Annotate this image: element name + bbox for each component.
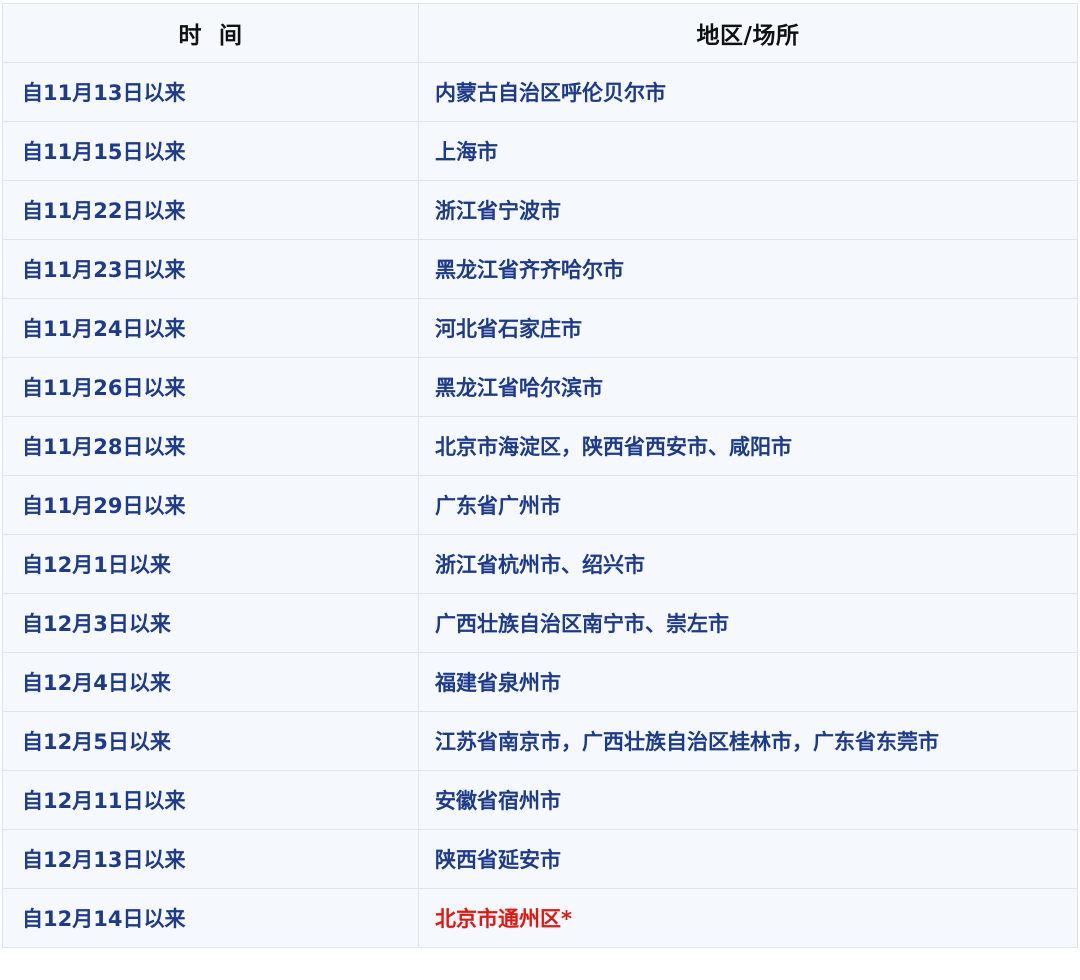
region-cell: 福建省泉州市	[418, 652, 1078, 712]
table-row: 自11月29日以来 广东省广州市	[2, 475, 1078, 535]
region-cell: 浙江省宁波市	[418, 180, 1078, 240]
table-row: 自11月15日以来 上海市	[2, 121, 1078, 181]
table-row: 自11月24日以来 河北省石家庄市	[2, 298, 1078, 358]
table-row: 自12月5日以来 江苏省南京市，广西壮族自治区桂林市，广东省东莞市	[2, 711, 1078, 771]
table-row: 自11月23日以来 黑龙江省齐齐哈尔市	[2, 239, 1078, 299]
region-cell: 河北省石家庄市	[418, 298, 1078, 358]
time-cell: 自12月5日以来	[2, 711, 419, 771]
region-cell: 黑龙江省齐齐哈尔市	[418, 239, 1078, 299]
region-table-container: 时 间 地区/场所 自11月13日以来 内蒙古自治区呼伦贝尔市 自11月15日以…	[2, 3, 1078, 948]
table-row: 自12月11日以来 安徽省宿州市	[2, 770, 1078, 830]
table-row: 自11月13日以来 内蒙古自治区呼伦贝尔市	[2, 62, 1078, 122]
region-cell: 黑龙江省哈尔滨市	[418, 357, 1078, 417]
region-cell-highlighted: 北京市通州区*	[418, 888, 1078, 948]
time-cell: 自11月24日以来	[2, 298, 419, 358]
time-cell: 自11月15日以来	[2, 121, 419, 181]
time-cell: 自12月4日以来	[2, 652, 419, 712]
table-row: 自12月14日以来 北京市通州区*	[2, 888, 1078, 948]
time-cell: 自11月23日以来	[2, 239, 419, 299]
time-cell: 自12月13日以来	[2, 829, 419, 889]
table-row: 自12月1日以来 浙江省杭州市、绍兴市	[2, 534, 1078, 594]
region-cell: 北京市海淀区，陕西省西安市、咸阳市	[418, 416, 1078, 476]
table-row: 自11月26日以来 黑龙江省哈尔滨市	[2, 357, 1078, 417]
region-cell: 江苏省南京市，广西壮族自治区桂林市，广东省东莞市	[418, 711, 1078, 771]
header-region: 地区/场所	[418, 3, 1078, 63]
time-cell: 自11月26日以来	[2, 357, 419, 417]
table-header-row: 时 间 地区/场所	[2, 3, 1078, 63]
region-cell: 陕西省延安市	[418, 829, 1078, 889]
time-cell: 自11月13日以来	[2, 62, 419, 122]
region-cell: 内蒙古自治区呼伦贝尔市	[418, 62, 1078, 122]
table-row: 自11月22日以来 浙江省宁波市	[2, 180, 1078, 240]
region-cell: 上海市	[418, 121, 1078, 181]
region-cell: 广东省广州市	[418, 475, 1078, 535]
table-row: 自12月3日以来 广西壮族自治区南宁市、崇左市	[2, 593, 1078, 653]
time-cell: 自11月28日以来	[2, 416, 419, 476]
time-cell: 自12月3日以来	[2, 593, 419, 653]
time-cell: 自12月11日以来	[2, 770, 419, 830]
header-time: 时 间	[2, 3, 419, 63]
table-row: 自12月13日以来 陕西省延安市	[2, 829, 1078, 889]
region-cell: 浙江省杭州市、绍兴市	[418, 534, 1078, 594]
time-cell: 自11月29日以来	[2, 475, 419, 535]
time-cell: 自11月22日以来	[2, 180, 419, 240]
region-cell: 安徽省宿州市	[418, 770, 1078, 830]
region-time-table: 时 间 地区/场所 自11月13日以来 内蒙古自治区呼伦贝尔市 自11月15日以…	[2, 3, 1078, 948]
region-cell: 广西壮族自治区南宁市、崇左市	[418, 593, 1078, 653]
table-row: 自11月28日以来 北京市海淀区，陕西省西安市、咸阳市	[2, 416, 1078, 476]
time-cell: 自12月14日以来	[2, 888, 419, 948]
table-row: 自12月4日以来 福建省泉州市	[2, 652, 1078, 712]
time-cell: 自12月1日以来	[2, 534, 419, 594]
